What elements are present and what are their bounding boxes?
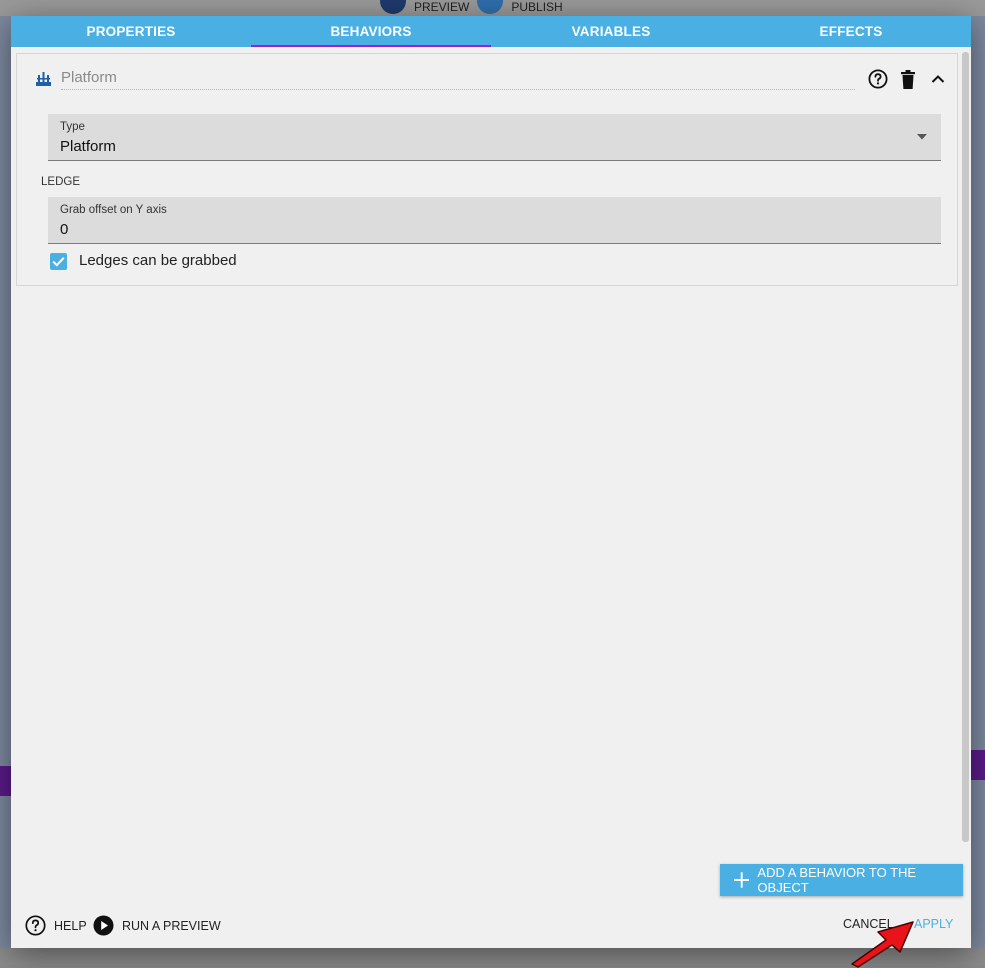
tab-properties[interactable]: PROPERTIES bbox=[11, 16, 251, 47]
type-select[interactable]: Type Platform bbox=[48, 114, 941, 161]
plus-icon bbox=[734, 872, 750, 888]
grab-offset-input[interactable]: Grab offset on Y axis 0 bbox=[48, 197, 941, 244]
delete-icon[interactable] bbox=[897, 68, 919, 90]
background-bottom-strip bbox=[0, 948, 985, 965]
dropdown-arrow-icon bbox=[917, 134, 927, 140]
tab-effects[interactable]: EFFECTS bbox=[731, 16, 971, 47]
background-left-strip bbox=[0, 16, 11, 965]
object-editor-dialog: PROPERTIES BEHAVIORS VARIABLES EFFECTS P… bbox=[11, 16, 971, 948]
publish-icon bbox=[477, 0, 504, 14]
add-behavior-button[interactable]: ADD A BEHAVIOR TO THE OBJECT bbox=[720, 864, 963, 896]
add-behavior-label: ADD A BEHAVIOR TO THE OBJECT bbox=[757, 865, 917, 895]
behavior-name-field[interactable]: Platform bbox=[61, 67, 855, 90]
background-purple-bar bbox=[971, 750, 985, 780]
ledges-grabbed-checkbox[interactable] bbox=[50, 253, 67, 270]
publish-label: PUBLISH bbox=[511, 0, 563, 14]
checkmark-icon bbox=[52, 257, 65, 267]
collapse-chevron-icon[interactable] bbox=[927, 68, 949, 90]
help-circle-icon[interactable] bbox=[867, 68, 889, 90]
help-icon bbox=[25, 915, 46, 936]
play-icon bbox=[93, 915, 114, 936]
type-field-label: Type bbox=[60, 121, 85, 133]
run-preview-button[interactable]: RUN A PREVIEW bbox=[93, 915, 221, 936]
preview-label: PREVIEW bbox=[414, 0, 470, 14]
preview-icon bbox=[380, 0, 406, 14]
background-purple-bar bbox=[0, 766, 11, 796]
tab-bar: PROPERTIES BEHAVIORS VARIABLES EFFECTS bbox=[11, 16, 971, 47]
vertical-scrollbar[interactable] bbox=[962, 52, 969, 842]
background-toolbar: PREVIEW PUBLISH bbox=[380, 0, 563, 14]
run-preview-label: RUN A PREVIEW bbox=[122, 918, 221, 933]
pointer-cursor-icon bbox=[851, 921, 914, 968]
ledge-section-label: LEDGE bbox=[41, 176, 80, 188]
help-label: HELP bbox=[54, 918, 87, 933]
behavior-panel: Platform Type Platform LEDGE Grab offset… bbox=[16, 53, 958, 286]
grab-offset-value: 0 bbox=[60, 221, 69, 238]
ledges-grabbed-label: Ledges can be grabbed bbox=[79, 252, 237, 269]
platform-behavior-icon bbox=[36, 72, 51, 86]
grab-offset-label: Grab offset on Y axis bbox=[60, 204, 167, 216]
help-button[interactable]: HELP bbox=[25, 915, 87, 936]
tab-variables[interactable]: VARIABLES bbox=[491, 16, 731, 47]
type-field-value: Platform bbox=[60, 138, 116, 155]
background-right-strip bbox=[971, 16, 985, 965]
tab-behaviors[interactable]: BEHAVIORS bbox=[251, 16, 491, 47]
